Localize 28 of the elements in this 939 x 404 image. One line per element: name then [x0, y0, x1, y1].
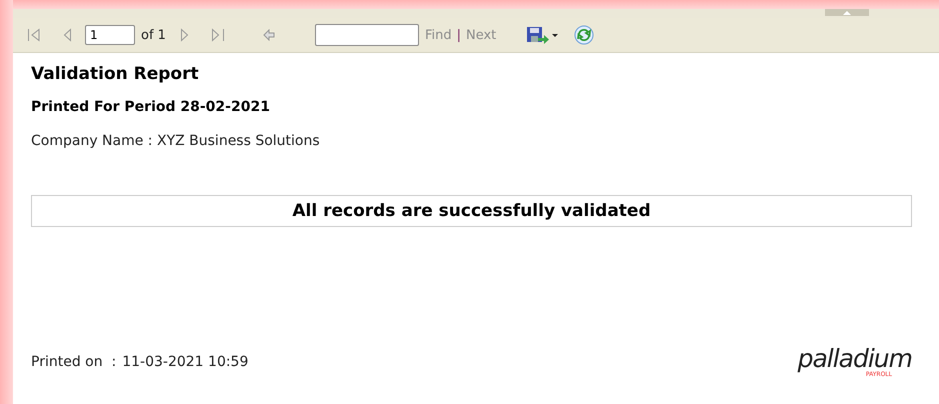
report-period: Printed For Period 28-02-2021 [31, 99, 271, 115]
next-page-button[interactable] [180, 28, 189, 42]
logo-wordmark: palladium [798, 346, 912, 371]
refresh-icon [574, 25, 594, 45]
report-title: Validation Report [31, 64, 200, 84]
next-page-icon [180, 28, 189, 42]
page-number-field[interactable]: 1 [85, 25, 135, 45]
next-link[interactable]: Next [466, 28, 496, 42]
refresh-button[interactable] [574, 25, 594, 45]
first-page-icon [27, 28, 41, 42]
collapse-handle[interactable] [825, 9, 869, 16]
last-page-icon [210, 28, 225, 42]
save-export-icon [526, 26, 558, 44]
previous-page-button[interactable] [63, 28, 72, 42]
back-button[interactable] [262, 29, 275, 41]
company-name: Company Name : XYZ Business Solutions [31, 133, 321, 149]
printed-on-date: 11-03-2021 10:59 [122, 354, 248, 370]
find-field[interactable] [314, 24, 419, 46]
find-link[interactable]: Find [424, 28, 452, 42]
link-separator: | [456, 28, 461, 42]
export-button[interactable] [526, 26, 558, 44]
validation-message: All records are successfully validated [31, 195, 912, 227]
previous-page-icon [63, 28, 72, 42]
last-page-button[interactable] [210, 28, 225, 42]
page-count: of 1 [141, 28, 166, 42]
back-arrow-icon [262, 29, 275, 41]
first-page-button[interactable] [27, 28, 41, 42]
printed-on-label: Printed on : [31, 354, 116, 370]
